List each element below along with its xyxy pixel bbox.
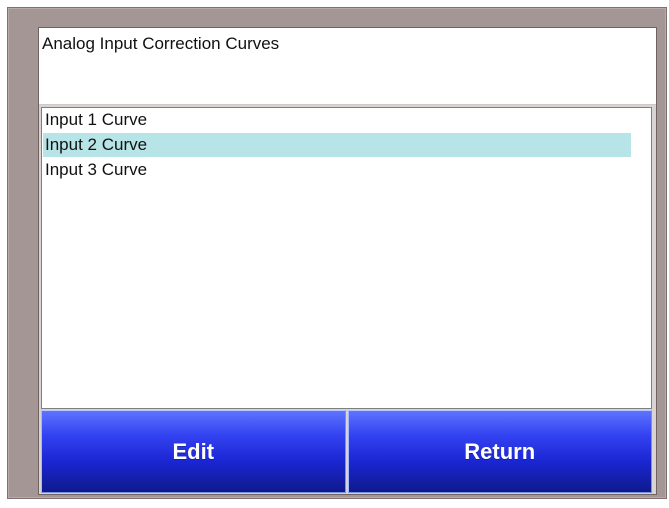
device-frame: Analog Input Correction Curves Input 1 C… <box>7 7 667 499</box>
touchscreen-panel: Analog Input Correction Curves Input 1 C… <box>38 27 657 495</box>
list-item-input-3-curve[interactable]: Input 3 Curve <box>43 158 631 182</box>
page-title: Analog Input Correction Curves <box>42 34 280 53</box>
screen-header: Analog Input Correction Curves <box>39 28 656 105</box>
button-bar: Edit Return <box>41 410 652 493</box>
list-item-input-2-curve[interactable]: Input 2 Curve <box>43 133 631 157</box>
list-item-input-1-curve[interactable]: Input 1 Curve <box>43 108 631 132</box>
return-button[interactable]: Return <box>347 410 652 493</box>
curves-list[interactable]: Input 1 Curve Input 2 Curve Input 3 Curv… <box>41 107 652 409</box>
edit-button[interactable]: Edit <box>41 410 346 493</box>
